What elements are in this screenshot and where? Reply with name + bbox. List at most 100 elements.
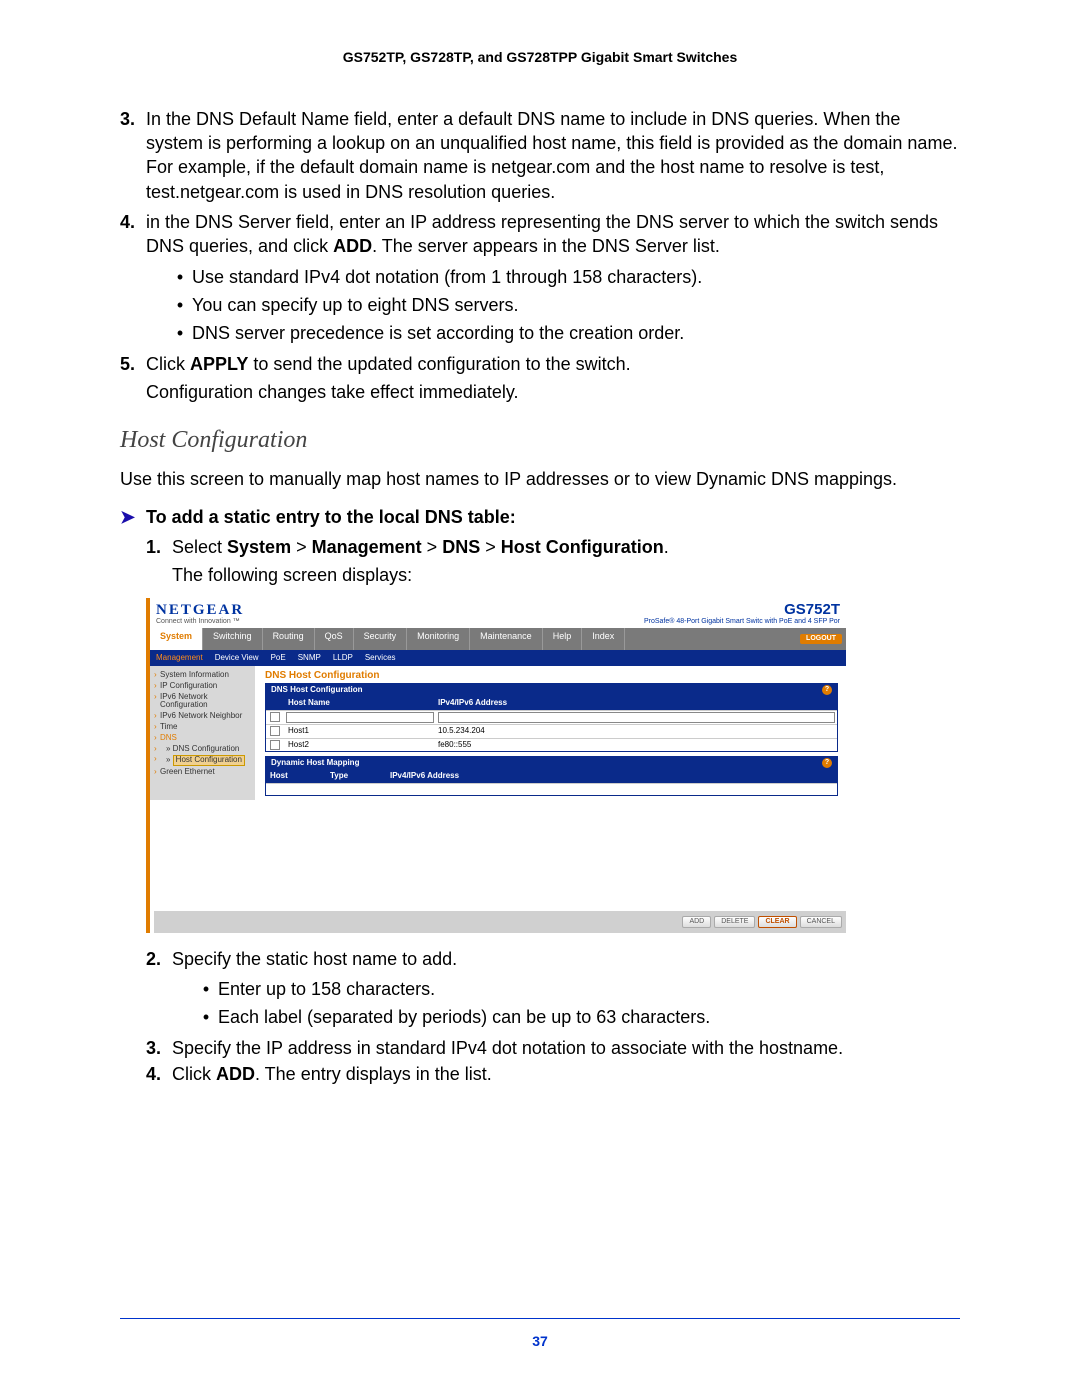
tab-switching[interactable]: Switching [203, 628, 263, 650]
substep-3-num: 3. [146, 1036, 172, 1060]
substep-1-cont: The following screen displays: [172, 563, 960, 587]
subtab-snmp[interactable]: SNMP [298, 654, 321, 663]
tab-qos[interactable]: QoS [315, 628, 354, 650]
step-4-post: . The server appears in the DNS Server l… [372, 236, 720, 256]
panel2-title-text: Dynamic Host Mapping [271, 759, 359, 768]
substep-2-text: Specify the static host name to add. [172, 947, 960, 971]
panel2-title: Dynamic Host Mapping? [265, 756, 838, 770]
tab-help[interactable]: Help [543, 628, 583, 650]
col-addr2: IPv4/IPv6 Address [386, 770, 837, 783]
step-5-num: 5. [120, 352, 146, 376]
table-row: Host1 10.5.234.204 [266, 724, 837, 738]
bullet-icon: • [168, 265, 192, 289]
tab-routing[interactable]: Routing [263, 628, 315, 650]
col-type: Type [326, 770, 386, 783]
step-5: 5. Click APPLY to send the updated confi… [120, 352, 960, 376]
bullet-row: •You can specify up to eight DNS servers… [168, 293, 960, 317]
embedded-screenshot: NETGEAR Connect with Innovation ™ GS752T… [146, 598, 846, 933]
doc-header: GS752TP, GS728TP, and GS728TPP Gigabit S… [120, 48, 960, 67]
help-icon[interactable]: ? [822, 758, 832, 768]
nav-system: System [227, 537, 291, 557]
side-ipv6neigh[interactable]: IPv6 Network Neighbor [154, 711, 251, 722]
address-input[interactable] [438, 712, 835, 723]
bullet-icon: • [168, 321, 192, 345]
logout-button[interactable]: LOGOUT [800, 634, 842, 644]
netgear-tagline: Connect with Innovation ™ [156, 618, 244, 626]
panel1-grid: Host Name IPv4/IPv6 Address Host1 10.5.2… [265, 697, 838, 752]
main-heading: DNS Host Configuration [265, 670, 838, 681]
panel2-grid: Host Type IPv4/IPv6 Address [265, 770, 838, 796]
bullet-text: Each label (separated by periods) can be… [218, 1005, 960, 1029]
bullet-text: Use standard IPv4 dot notation (from 1 t… [192, 265, 960, 289]
tab-security[interactable]: Security [354, 628, 408, 650]
side-systeminfo[interactable]: System Information [154, 670, 251, 681]
clear-button[interactable]: CLEAR [758, 916, 796, 928]
substep-3: 3. Specify the IP address in standard IP… [146, 1036, 960, 1060]
step-3: 3. In the DNS Default Name field, enter … [120, 107, 960, 204]
step-5-pre: Click [146, 354, 190, 374]
step-5-text: Click APPLY to send the updated configur… [146, 352, 960, 376]
checkbox[interactable] [270, 740, 280, 750]
col-address: IPv4/IPv6 Address [434, 697, 837, 710]
panel1-title-text: DNS Host Configuration [271, 686, 363, 695]
substep-4-num: 4. [146, 1062, 172, 1086]
side-dnsconfig[interactable]: » DNS Configuration [154, 744, 251, 755]
substep-4-add: ADD [216, 1064, 255, 1084]
cell-host: Host2 [284, 739, 434, 752]
panel1-input-row [266, 710, 837, 724]
bullet-row: •DNS server precedence is set according … [168, 321, 960, 345]
side-hostconfig[interactable]: » Host Configuration [154, 754, 251, 767]
step-4: 4. in the DNS Server field, enter an IP … [120, 210, 960, 259]
sidebar: System Information IP Configuration IPv6… [150, 666, 255, 800]
step-3-text: In the DNS Default Name field, enter a d… [146, 107, 960, 204]
step-3-num: 3. [120, 107, 146, 204]
side-dnsconfig-label: DNS Configuration [173, 744, 240, 753]
substep-2: 2. Specify the static host name to add. [146, 947, 960, 971]
delete-button[interactable]: DELETE [714, 916, 755, 928]
add-button[interactable]: ADD [682, 916, 711, 928]
bullet-icon: • [168, 293, 192, 317]
help-icon[interactable]: ? [822, 685, 832, 695]
side-ipconfig[interactable]: IP Configuration [154, 681, 251, 692]
panel2-header-row: Host Type IPv4/IPv6 Address [266, 770, 837, 783]
panel1-header-row: Host Name IPv4/IPv6 Address [266, 697, 837, 710]
bottom-button-bar: ADD DELETE CLEAR CANCEL [154, 911, 846, 933]
model-name: GS752T [644, 602, 840, 619]
side-greeneth[interactable]: Green Ethernet [154, 767, 251, 778]
nav-management: Management [312, 537, 422, 557]
side-time[interactable]: Time [154, 722, 251, 733]
tab-monitoring[interactable]: Monitoring [407, 628, 470, 650]
subtab-deviceview[interactable]: Device View [215, 654, 259, 663]
side-ipv6net[interactable]: IPv6 Network Configuration [154, 692, 251, 712]
subtab-lldp[interactable]: LLDP [333, 654, 353, 663]
nav-hostconfig: Host Configuration [501, 537, 664, 557]
side-dns[interactable]: DNS [154, 733, 251, 744]
tab-maintenance[interactable]: Maintenance [470, 628, 543, 650]
bullet-row: •Each label (separated by periods) can b… [194, 1005, 960, 1029]
step-5-cont: Configuration changes take effect immedi… [146, 380, 960, 404]
substep-2-bullets: •Enter up to 158 characters. •Each label… [194, 977, 960, 1030]
subtab-services[interactable]: Services [365, 654, 396, 663]
step-5-post: to send the updated configuration to the… [248, 354, 630, 374]
checkbox[interactable] [270, 712, 280, 722]
bullet-text: Enter up to 158 characters. [218, 977, 960, 1001]
checkbox[interactable] [270, 726, 280, 736]
bullet-icon: • [194, 977, 218, 1001]
substep-1-pre: Select [172, 537, 227, 557]
main-tabs: System Switching Routing QoS Security Mo… [150, 628, 846, 650]
model-subtitle: ProSafe® 48-Port Gigabit Smart Switc wit… [644, 618, 840, 626]
subtab-poe[interactable]: PoE [271, 654, 286, 663]
main-panel: DNS Host Configuration DNS Host Configur… [255, 666, 846, 800]
section-intro: Use this screen to manually map host nam… [120, 467, 960, 491]
hostname-input[interactable] [286, 712, 434, 723]
tab-system[interactable]: System [150, 628, 203, 650]
substep-1-num: 1. [146, 535, 172, 559]
subtab-management[interactable]: Management [156, 654, 203, 663]
tab-index[interactable]: Index [582, 628, 625, 650]
substep-2-num: 2. [146, 947, 172, 971]
table-row: Host2 fe80::555 [266, 738, 837, 752]
sub-tabs: Management Device View PoE SNMP LLDP Ser… [150, 650, 846, 666]
substep-3-text: Specify the IP address in standard IPv4 … [172, 1036, 960, 1060]
bullet-row: •Enter up to 158 characters. [194, 977, 960, 1001]
cancel-button[interactable]: CANCEL [800, 916, 842, 928]
